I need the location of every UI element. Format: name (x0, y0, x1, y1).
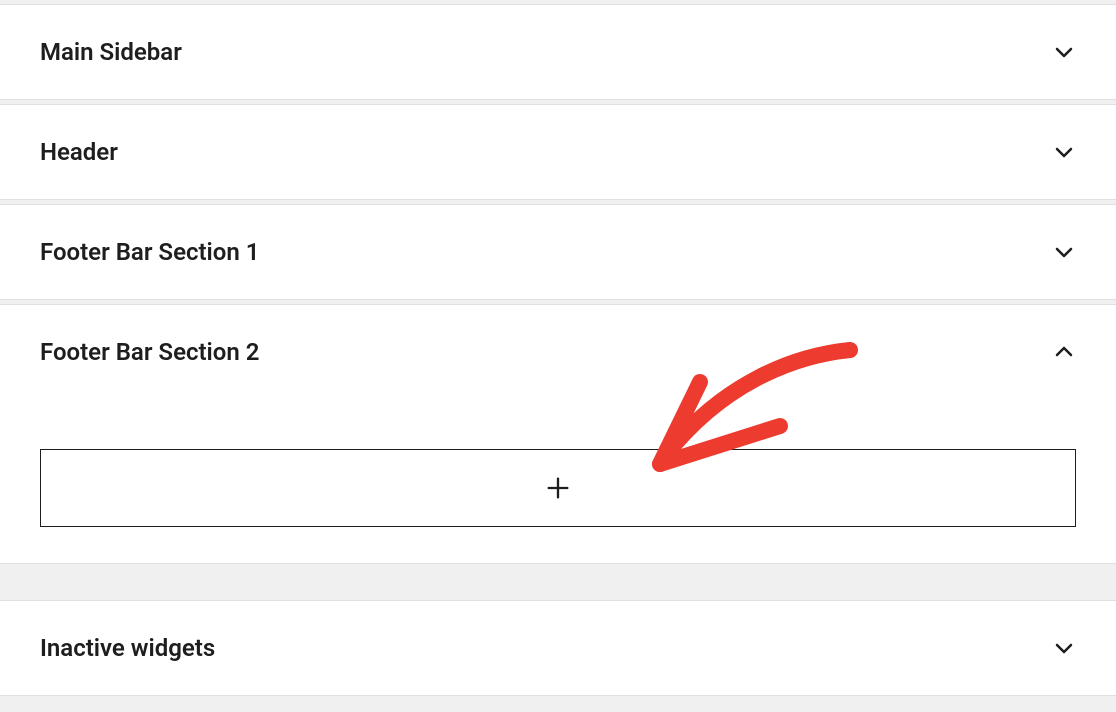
widget-area-title: Header (40, 138, 118, 166)
plus-icon (544, 474, 572, 502)
widget-areas-list: Main Sidebar Header Footer Bar Section 1… (0, 4, 1116, 712)
chevron-down-icon (1052, 636, 1076, 660)
widget-area-inactive-widgets[interactable]: Inactive widgets (0, 600, 1116, 696)
widget-area-header[interactable]: Header (0, 104, 1116, 200)
widget-area-footer-bar-2[interactable]: Footer Bar Section 2 (0, 304, 1116, 400)
widget-area-title: Footer Bar Section 2 (40, 338, 259, 366)
chevron-down-icon (1052, 240, 1076, 264)
chevron-down-icon (1052, 40, 1076, 64)
widget-area-title: Inactive widgets (40, 634, 215, 662)
chevron-up-icon (1052, 340, 1076, 364)
widget-area-footer-bar-2-body (0, 399, 1116, 564)
widget-area-footer-bar-1[interactable]: Footer Bar Section 1 (0, 204, 1116, 300)
chevron-down-icon (1052, 140, 1076, 164)
add-block-button[interactable] (40, 449, 1076, 527)
widget-area-main-sidebar[interactable]: Main Sidebar (0, 4, 1116, 100)
widget-area-title: Main Sidebar (40, 38, 182, 66)
widget-area-title: Footer Bar Section 1 (40, 238, 259, 266)
